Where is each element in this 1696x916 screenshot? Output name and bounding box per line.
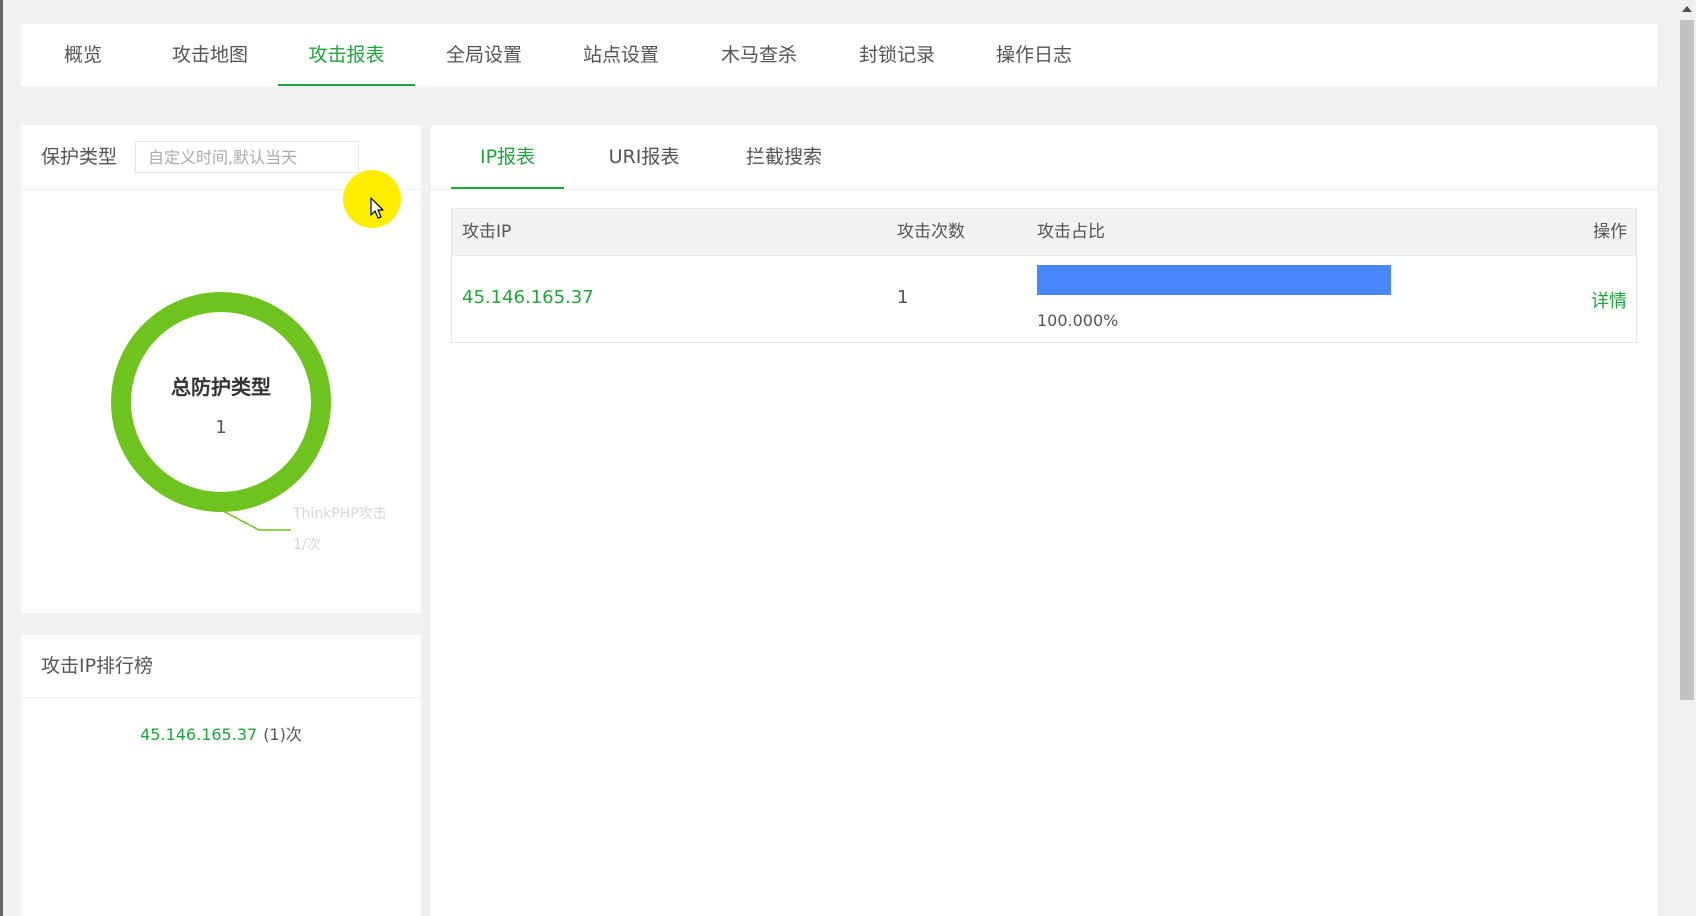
tab-uri-report[interactable]: URI报表 (584, 125, 704, 189)
tab-overview[interactable]: 概览 (51, 24, 115, 86)
ranking-ip[interactable]: 45.146.165.37 (140, 725, 257, 744)
col-attack-count: 攻击次数 (897, 222, 965, 242)
ranking-count: (1)次 (263, 725, 302, 744)
details-link[interactable]: 详情 (1591, 287, 1627, 313)
tab-ip-report[interactable]: IP报表 (451, 125, 564, 189)
mouse-cursor-icon (370, 197, 384, 219)
tab-attack-map[interactable]: 攻击地图 (160, 24, 260, 86)
col-attack-ip: 攻击IP (462, 222, 512, 242)
share-bar-fill (1037, 265, 1391, 295)
window-edge (0, 0, 3, 916)
row-share-percent: 100.000% (1037, 311, 1119, 330)
tab-site-settings[interactable]: 站点设置 (571, 24, 671, 86)
tab-block-search[interactable]: 拦截搜索 (714, 125, 854, 189)
tab-block-records[interactable]: 封锁记录 (847, 24, 947, 86)
vertical-scrollbar[interactable] (1677, 0, 1696, 916)
tab-global-settings[interactable]: 全局设置 (434, 24, 534, 86)
slice-value: 1/次 (293, 537, 321, 553)
scroll-thumb[interactable] (1680, 20, 1694, 700)
ip-report-table: 攻击IP 攻击次数 攻击占比 操作 45.146.165.37 1 100.00… (451, 208, 1637, 343)
row-count: 1 (897, 287, 909, 308)
tab-operation-log[interactable]: 操作日志 (984, 24, 1084, 86)
top-nav: 概览 攻击地图 攻击报表 全局设置 站点设置 木马查杀 封锁记录 操作日志 (21, 24, 1657, 86)
col-action: 操作 (1593, 222, 1627, 242)
ranking-title: 攻击IP排行榜 (41, 655, 154, 677)
ranking-item: 45.146.165.37 (1)次 (21, 721, 421, 745)
col-attack-share: 攻击占比 (1037, 222, 1105, 242)
row-ip-link[interactable]: 45.146.165.37 (462, 287, 594, 308)
scroll-up-icon[interactable] (1682, 6, 1692, 12)
tab-attack-report[interactable]: 攻击报表 (278, 24, 415, 86)
slice-label: ThinkPHP攻击 (293, 506, 387, 522)
report-tabs: IP报表 URI报表 拦截搜索 (431, 125, 1657, 190)
attack-ip-ranking-panel: 攻击IP排行榜 45.146.165.37 (1)次 (21, 635, 421, 916)
ranking-header: 攻击IP排行榜 (21, 635, 421, 698)
table-header: 攻击IP 攻击次数 攻击占比 操作 (452, 209, 1636, 256)
report-panel: IP报表 URI报表 拦截搜索 攻击IP 攻击次数 攻击占比 操作 45.146… (431, 125, 1657, 916)
share-bar (1037, 265, 1391, 295)
tab-trojan-scan[interactable]: 木马查杀 (709, 24, 809, 86)
